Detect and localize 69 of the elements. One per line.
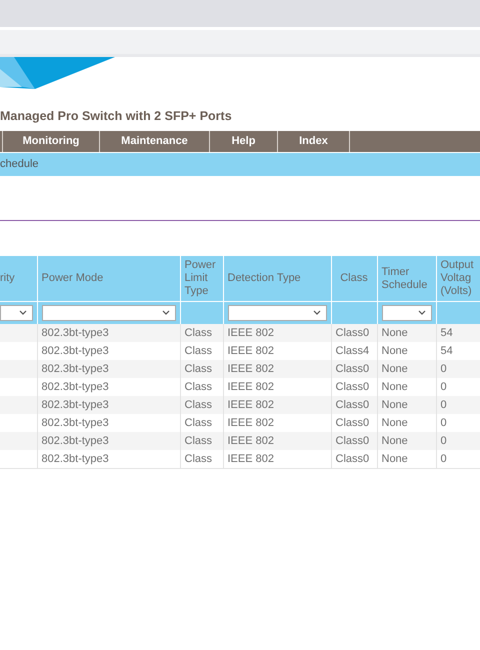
column-header: Power Limit Type	[180, 256, 223, 302]
table-cell: None	[382, 398, 408, 410]
table-cell: Class0	[336, 362, 370, 374]
table-cell: Class	[184, 416, 212, 428]
page-title: Managed Pro Switch with 2 SFP+ Ports	[0, 108, 233, 125]
table-cell: None	[382, 326, 408, 338]
column-header: Output Voltag (Volts)	[436, 256, 480, 302]
table-cell: 802.3bt-type3	[42, 344, 109, 356]
table-cell: 0	[440, 380, 447, 392]
table-cell: IEEE 802	[228, 326, 274, 338]
table-cell: Class4	[336, 344, 370, 356]
table-cell: Class	[184, 434, 212, 446]
column-header: rity	[0, 256, 37, 302]
table-cell: Class	[184, 380, 212, 392]
table-cell: IEEE 802	[228, 434, 274, 446]
table-cell: IEEE 802	[228, 398, 274, 410]
table-cell: 0	[440, 398, 447, 410]
table-cell: None	[382, 380, 408, 392]
table-cell: Class0	[336, 326, 370, 338]
table-cell: Class	[184, 398, 212, 410]
table-cell: None	[382, 452, 408, 464]
table-cell: 54	[440, 344, 453, 356]
table-cell: IEEE 802	[228, 344, 274, 356]
table-cell: None	[382, 434, 408, 446]
filter-dropdown[interactable]	[228, 304, 326, 321]
table-cell: Class0	[336, 434, 370, 446]
table-cell: 802.3bt-type3	[42, 326, 109, 338]
table-cell: 0	[440, 416, 447, 428]
nav-tab[interactable]: Index	[278, 131, 350, 152]
table-cell: IEEE 802	[228, 380, 274, 392]
column-header: Class	[331, 256, 377, 302]
nav-tab[interactable]: Monitoring	[3, 131, 100, 152]
nav-tab[interactable]: Help	[210, 131, 278, 152]
filter-dropdown[interactable]	[382, 304, 432, 321]
chevron-down-icon	[18, 310, 26, 316]
table-cell: 802.3bt-type3	[42, 416, 109, 428]
table-cell: 0	[440, 434, 447, 446]
chevron-down-icon	[162, 310, 170, 316]
column-header: Timer Schedule	[377, 256, 436, 302]
table-cell: Class	[184, 326, 212, 338]
chevron-down-icon	[312, 310, 320, 316]
table-cell: None	[382, 362, 408, 374]
chevron-down-icon	[418, 310, 426, 316]
table-cell: 0	[440, 452, 447, 464]
table-cell: None	[382, 416, 408, 428]
table-cell: 802.3bt-type3	[42, 452, 109, 464]
table-cell: Class0	[336, 380, 370, 392]
table-cell: IEEE 802	[228, 362, 274, 374]
table-cell: 802.3bt-type3	[42, 380, 109, 392]
column-header: Detection Type	[223, 256, 331, 302]
table-cell: Class	[184, 452, 212, 464]
subnav-tab[interactable]: chedule	[0, 158, 39, 170]
table-cell: 802.3bt-type3	[42, 398, 109, 410]
table-cell: 0	[440, 362, 447, 374]
filter-dropdown[interactable]	[0, 304, 32, 321]
table-cell: Class	[184, 344, 212, 356]
table-cell: 802.3bt-type3	[42, 362, 109, 374]
table-cell: Class0	[336, 452, 370, 464]
filter-dropdown[interactable]	[42, 304, 176, 321]
table-cell: Class0	[336, 398, 370, 410]
table-cell: Class	[184, 362, 212, 374]
table-cell: 54	[440, 326, 453, 338]
table-cell: 802.3bt-type3	[42, 434, 109, 446]
table-cell: IEEE 802	[228, 416, 274, 428]
table-cell: None	[382, 344, 408, 356]
table-cell: IEEE 802	[228, 452, 274, 464]
column-header: Power Mode	[37, 256, 180, 302]
table-cell: Class0	[336, 416, 370, 428]
nav-tab[interactable]: Maintenance	[100, 131, 210, 152]
